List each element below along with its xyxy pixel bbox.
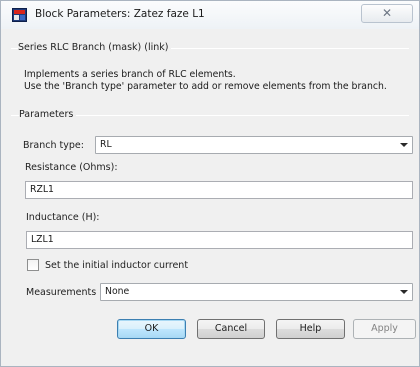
inductance-input[interactable]: LZL1: [26, 231, 413, 249]
block-parameters-dialog: Block Parameters: Zatez faze L1 ✕ Series…: [0, 0, 420, 367]
cancel-button[interactable]: Cancel: [197, 319, 265, 339]
resistance-input[interactable]: RZL1: [25, 181, 413, 199]
inductance-label: Inductance (H):: [26, 212, 100, 223]
title-bar[interactable]: Block Parameters: Zatez faze L1 ✕: [1, 1, 419, 29]
resistance-label: Resistance (Ohms):: [25, 162, 118, 173]
mask-group-title: Series RLC Branch (mask) (link): [18, 42, 172, 53]
chevron-down-icon: [400, 290, 408, 294]
initial-current-checkbox[interactable]: [27, 259, 39, 271]
mask-description-line-2: Use the 'Branch type' parameter to add o…: [24, 81, 387, 92]
ok-button[interactable]: OK: [117, 319, 186, 339]
close-button[interactable]: ✕: [361, 4, 413, 23]
close-icon: ✕: [381, 6, 393, 20]
inductance-value: LZL1: [31, 234, 54, 245]
simulink-block-icon: [12, 8, 27, 22]
mask-description: Implements a series branch of RLC elemen…: [24, 69, 409, 93]
mask-description-line-1: Implements a series branch of RLC elemen…: [24, 69, 236, 80]
apply-button[interactable]: Apply: [353, 319, 416, 339]
measurements-label: Measurements: [26, 287, 97, 298]
measurements-dropdown[interactable]: None: [100, 283, 413, 301]
dialog-body: Series RLC Branch (mask) (link) Implemen…: [7, 29, 413, 362]
branch-type-dropdown[interactable]: RL: [95, 136, 413, 154]
help-button[interactable]: Help: [276, 319, 345, 339]
parameters-group-title: Parameters: [19, 109, 77, 120]
chevron-down-icon: [400, 143, 408, 147]
branch-type-label: Branch type:: [23, 140, 84, 151]
measurements-value: None: [105, 286, 130, 297]
window-title: Block Parameters: Zatez faze L1: [35, 8, 205, 20]
branch-type-value: RL: [100, 139, 112, 150]
initial-current-label[interactable]: Set the initial inductor current: [45, 260, 188, 271]
resistance-value: RZL1: [30, 184, 54, 195]
